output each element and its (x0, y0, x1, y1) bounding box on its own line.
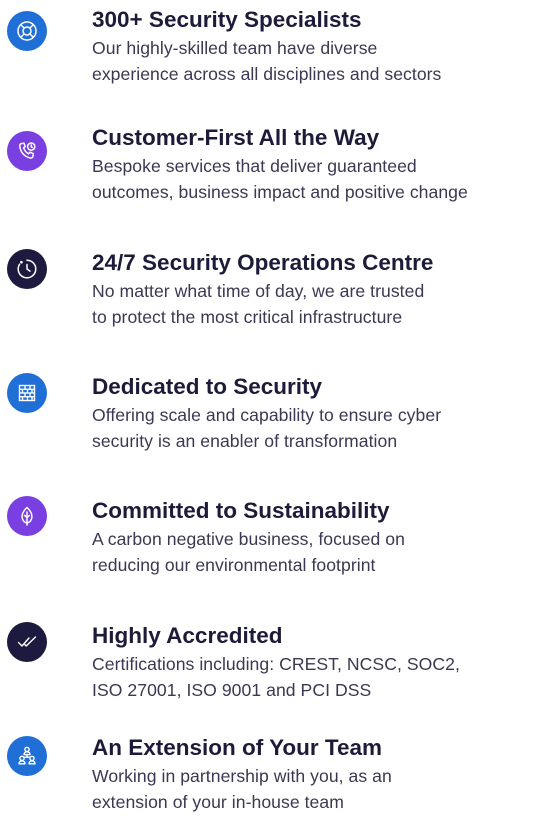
lifebuoy-icon (7, 11, 47, 51)
feature-title: An Extension of Your Team (92, 735, 383, 760)
feature-description-line: Bespoke services that deliver guaranteed (92, 156, 417, 176)
feature-item-extension: An Extension of Your Team Working in par… (0, 735, 553, 840)
phone-clock-icon (7, 131, 47, 171)
feature-description-line: experience across all disciplines and se… (92, 64, 442, 84)
feature-description-line: Certifications including: CREST, NCSC, S… (92, 654, 460, 674)
feature-description-line: No matter what time of day, we are trust… (92, 281, 425, 301)
feature-title: Highly Accredited (92, 623, 283, 648)
feature-description: Our highly-skilled team have diverse expe… (92, 35, 552, 87)
feature-description-line: to protect the most critical infrastruct… (92, 307, 403, 327)
feature-item-dedicated: Dedicated to Security Offering scale and… (0, 367, 553, 467)
feature-description-line: Our highly-skilled team have diverse (92, 38, 378, 58)
feature-item-customer-first: Customer-First All the Way Bespoke servi… (0, 118, 553, 218)
feature-description-line: Offering scale and capability to ensure … (92, 405, 442, 425)
feature-title: Dedicated to Security (92, 374, 323, 399)
feature-item-soc: 24/7 Security Operations Centre No matte… (0, 243, 553, 343)
feature-description-line: A carbon negative business, focused on (92, 529, 405, 549)
feature-item-sustainability: Committed to Sustainability A carbon neg… (0, 491, 553, 591)
feature-title: 300+ Security Specialists (92, 7, 362, 32)
feature-description-line: security is an enabler of transformation (92, 431, 398, 451)
feature-title: Customer-First All the Way (92, 125, 380, 150)
double-check-icon (7, 622, 47, 662)
feature-description-line: reducing our environmental footprint (92, 555, 376, 575)
feature-description: Working in partnership with you, as an ex… (92, 763, 552, 815)
feature-description-line: extension of your in-house team (92, 792, 344, 812)
feature-title: Committed to Sustainability (92, 498, 390, 523)
feature-description-line: Working in partnership with you, as an (92, 766, 392, 786)
firewall-icon (7, 373, 47, 413)
feature-description: Offering scale and capability to ensure … (92, 402, 552, 454)
feature-description-line: ISO 27001, ISO 9001 and PCI DSS (92, 680, 372, 700)
leaf-icon (7, 496, 47, 536)
clock-icon (7, 249, 47, 289)
team-icon (7, 736, 47, 776)
feature-item-specialists: 300+ Security Specialists Our highly-ski… (0, 0, 553, 100)
feature-item-accredited: Highly Accredited Certifications includi… (0, 616, 553, 716)
feature-description: A carbon negative business, focused on re… (92, 526, 552, 578)
feature-description: Bespoke services that deliver guaranteed… (92, 153, 552, 205)
feature-description: No matter what time of day, we are trust… (92, 278, 552, 330)
feature-description: Certifications including: CREST, NCSC, S… (92, 651, 552, 703)
feature-description-line: outcomes, business impact and positive c… (92, 182, 468, 202)
feature-title: 24/7 Security Operations Centre (92, 250, 434, 275)
